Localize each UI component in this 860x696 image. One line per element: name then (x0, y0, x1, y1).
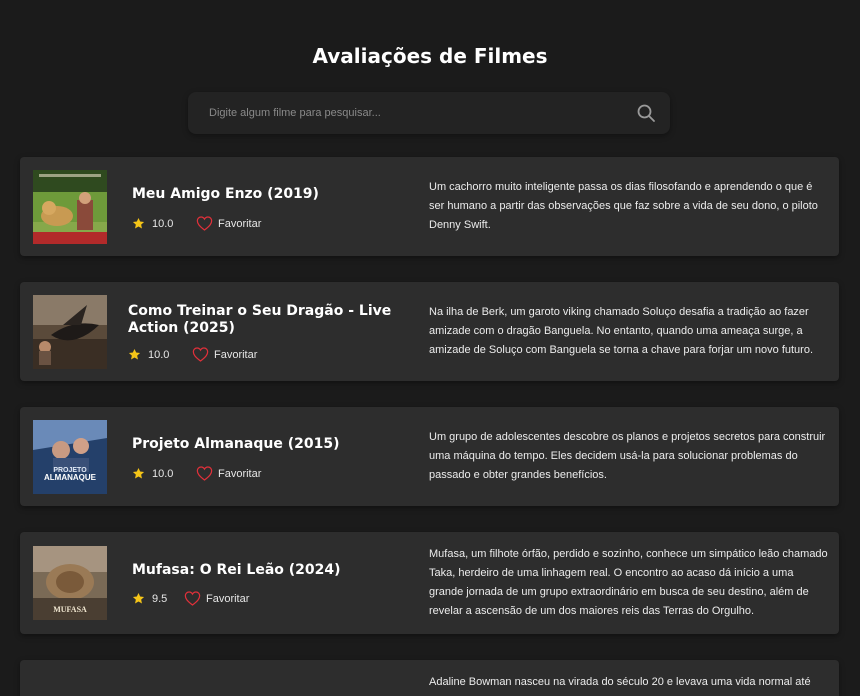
favorite-button[interactable]: Favoritar (218, 468, 261, 480)
movie-rating: 10.0 (152, 217, 174, 230)
movie-description: Um cachorro muito inteligente passa os d… (429, 181, 818, 231)
heart-icon[interactable] (196, 216, 213, 231)
movie-description: Um grupo de adolescentes descobre os pla… (429, 431, 826, 481)
poster-title-line2: ALMANAQUE (44, 473, 97, 482)
search-input[interactable] (209, 107, 636, 119)
star-icon (132, 592, 145, 604)
favorite-button[interactable]: Favoritar (214, 349, 257, 361)
movie-poster[interactable]: MUFASA (33, 546, 107, 620)
search-bar (188, 92, 670, 134)
movie-title: Como Treinar o Seu Dragão - Live Action … (128, 303, 392, 336)
movie-rating: 10.0 (152, 467, 174, 480)
movie-poster[interactable] (33, 295, 107, 369)
movie-card: MUFASA Mufasa: O Rei Leão (2024) 9.5 Fav… (20, 532, 839, 634)
search-icon[interactable] (636, 103, 656, 123)
movie-meta: 10.0 Favoritar (128, 347, 257, 362)
movie-rating: 9.5 (152, 592, 168, 605)
movie-poster[interactable] (33, 170, 107, 244)
movie-card: Adaline Bowman nasceu na virada do sécul… (20, 660, 839, 696)
poster-title: MUFASA (53, 605, 87, 614)
star-icon (132, 467, 145, 479)
movie-poster[interactable]: PROJETO ALMANAQUE (33, 420, 107, 494)
movie-description: Mufasa, um filhote órfão, perdido e sozi… (429, 548, 828, 617)
favorite-button[interactable]: Favoritar (206, 593, 249, 605)
heart-icon[interactable] (184, 591, 201, 606)
movie-card: Meu Amigo Enzo (2019) 10.0 Favoritar Um … (20, 157, 839, 256)
movie-meta: 10.0 Favoritar (132, 466, 261, 481)
movie-meta: 9.5 Favoritar (132, 591, 249, 606)
movie-rating: 10.0 (148, 348, 170, 361)
movie-title: Meu Amigo Enzo (2019) (132, 186, 319, 202)
heart-icon[interactable] (192, 347, 209, 362)
heart-icon[interactable] (196, 466, 213, 481)
movie-card: PROJETO ALMANAQUE Projeto Almanaque (201… (20, 407, 839, 506)
movie-card: Como Treinar o Seu Dragão - Live Action … (20, 282, 839, 381)
movie-meta: 10.0 Favoritar (132, 216, 261, 231)
movie-title: Projeto Almanaque (2015) (132, 436, 340, 452)
star-icon (128, 348, 141, 360)
movie-description: Adaline Bowman nasceu na virada do sécul… (429, 676, 811, 688)
star-icon (132, 217, 145, 229)
page-title: Avaliações de Filmes (312, 44, 548, 68)
movie-title: Mufasa: O Rei Leão (2024) (132, 562, 341, 578)
favorite-button[interactable]: Favoritar (218, 218, 261, 230)
movie-description: Na ilha de Berk, um garoto viking chamad… (429, 306, 814, 356)
